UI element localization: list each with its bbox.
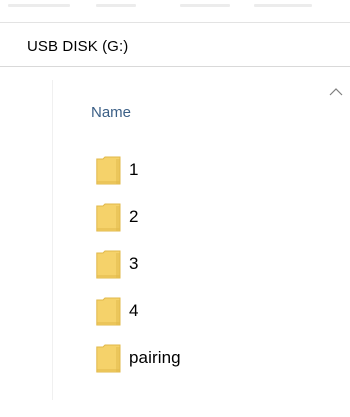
toolbar-ghost-text xyxy=(180,4,230,7)
folder-name: 4 xyxy=(129,301,139,320)
toolbar-ghost-text xyxy=(96,4,136,7)
file-list-item[interactable]: 4 xyxy=(96,296,350,343)
toolbar-strip xyxy=(0,0,350,22)
address-bar[interactable]: USB DISK (G:) xyxy=(0,22,350,67)
toolbar-ghost-text xyxy=(254,4,312,7)
file-list-item[interactable]: 1 xyxy=(96,155,350,202)
sort-ascending-chevron-icon[interactable] xyxy=(329,87,343,97)
folder-icon xyxy=(96,297,121,326)
folder-icon xyxy=(96,250,121,279)
toolbar-ghost-text xyxy=(8,4,70,7)
drive-location-label: USB DISK (G:) xyxy=(27,38,129,55)
file-list-item[interactable]: 3 xyxy=(96,249,350,296)
name-column-label: Name xyxy=(91,104,132,121)
file-list: 1 2 3 4 pairing xyxy=(96,155,350,390)
folder-icon xyxy=(96,203,121,232)
name-column-header[interactable]: Name xyxy=(53,80,350,130)
folder-name: pairing xyxy=(129,348,181,367)
file-list-item[interactable]: pairing xyxy=(96,343,350,390)
folder-icon xyxy=(96,344,121,373)
folder-name: 1 xyxy=(129,160,139,179)
file-list-item[interactable]: 2 xyxy=(96,202,350,249)
folder-name: 2 xyxy=(129,207,139,226)
folder-name: 3 xyxy=(129,254,139,273)
folder-icon xyxy=(96,156,121,185)
window-bottom-edge xyxy=(0,406,350,417)
